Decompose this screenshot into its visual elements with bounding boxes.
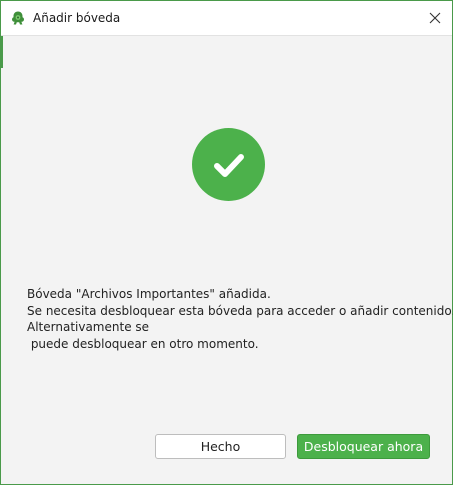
done-button[interactable]: Hecho (155, 434, 286, 459)
close-button[interactable] (418, 1, 452, 35)
close-icon (429, 12, 441, 24)
message-line: puede desbloquear en otro momento. (27, 336, 259, 351)
success-badge (192, 128, 265, 201)
message-line: Bóveda "Archivos Importantes" añadida. (27, 287, 271, 301)
message-line: Se necesita desbloquear esta bóveda para… (27, 303, 453, 318)
window-title: Añadir bóveda (33, 11, 121, 25)
dialog-content: Bóveda "Archivos Importantes" añadida. S… (2, 36, 453, 485)
message-line: Alternativamente se (27, 320, 150, 334)
dialog-window: Añadir bóveda Bóveda "Archivos Important… (0, 0, 453, 485)
unlock-now-button[interactable]: Desbloquear ahora (297, 434, 430, 459)
status-message: Bóveda "Archivos Importantes" añadida. S… (27, 286, 453, 352)
title-bar[interactable]: Añadir bóveda (1, 1, 452, 35)
app-vault-icon (10, 10, 26, 26)
checkmark-icon (213, 153, 244, 177)
